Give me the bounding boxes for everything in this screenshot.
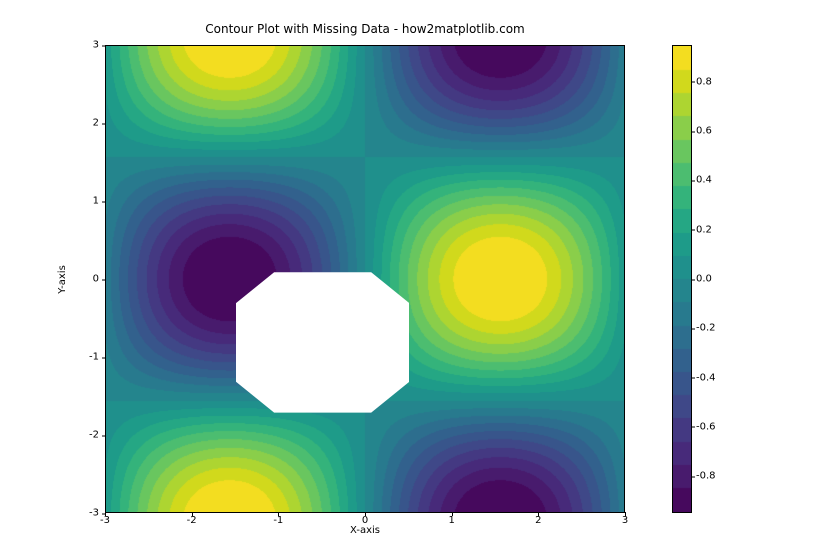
y-tick: 3	[75, 40, 99, 51]
y-tick: 2	[75, 118, 99, 129]
colorbar-tick: 0.6	[696, 126, 712, 137]
colorbar-tick: 0.0	[696, 274, 712, 285]
y-tick: 1	[75, 196, 99, 207]
y-tick: -3	[75, 508, 99, 519]
colorbar-tick: -0.6	[696, 421, 716, 432]
y-tick: -1	[75, 352, 99, 363]
colorbar	[672, 45, 692, 513]
colorbar-tick: 0.8	[696, 76, 712, 87]
contour-axes	[105, 45, 625, 513]
colorbar-tick: -0.4	[696, 372, 716, 383]
missing-data-region	[236, 272, 409, 412]
y-tick: 0	[75, 274, 99, 285]
colorbar-gradient	[673, 46, 691, 512]
colorbar-tick: 0.4	[696, 175, 712, 186]
y-tick: -2	[75, 430, 99, 441]
colorbar-tick: 0.2	[696, 224, 712, 235]
colorbar-tick: -0.8	[696, 471, 716, 482]
y-axis-label: Y-axis	[55, 45, 69, 513]
chart-title: Contour Plot with Missing Data - how2mat…	[105, 22, 625, 36]
x-axis-label: X-axis	[105, 525, 625, 536]
colorbar-tick: -0.2	[696, 323, 716, 334]
figure: Contour Plot with Missing Data - how2mat…	[0, 0, 840, 560]
